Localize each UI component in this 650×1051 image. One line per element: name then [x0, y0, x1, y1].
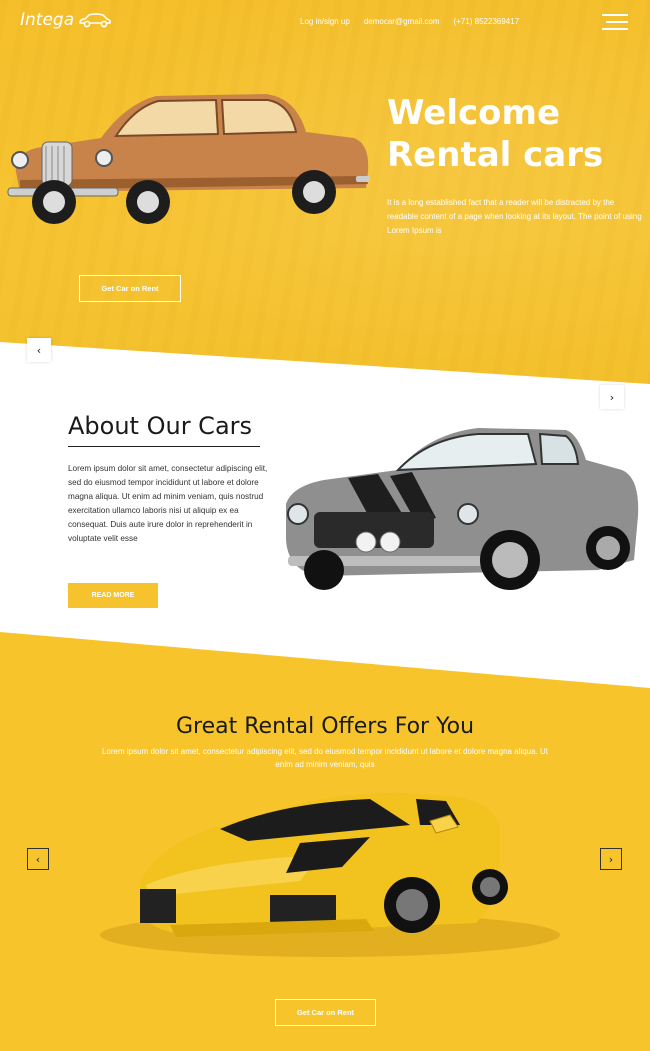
get-car-on-rent-button[interactable]: Get Car on Rent [79, 275, 181, 302]
hero-title-line2: Rental cars [387, 135, 604, 175]
offers-title: Great Rental Offers For You [175, 714, 475, 739]
phone-link[interactable]: (+71) 8522369417 [454, 17, 520, 26]
logo-text: Intega [20, 10, 75, 30]
offers-next-arrow-icon[interactable]: › [600, 848, 622, 870]
offers-prev-arrow-icon[interactable]: ‹ [27, 848, 49, 870]
about-title-underline [68, 446, 260, 447]
top-nav: Log in/sign up democar@gmail.com (+71) 8… [300, 17, 519, 26]
hamburger-menu-icon[interactable] [602, 14, 628, 30]
page: Intega Log in/sign up democar@gmail.com … [0, 0, 650, 1051]
about-description: Lorem ipsum dolor sit amet, consectetur … [68, 464, 268, 543]
about-title: About Our Cars [68, 412, 253, 440]
muscle-car-image [286, 428, 639, 590]
hero-description: It is a long established fact that a rea… [387, 198, 642, 235]
logo[interactable]: Intega [20, 10, 112, 30]
read-more-button[interactable]: READ MORE [68, 583, 158, 608]
sports-car-image [100, 792, 560, 957]
hero-prev-arrow-icon[interactable]: ‹ [27, 338, 51, 362]
hero-title: Welcome Rental cars [387, 92, 647, 176]
offers-description: Lorem ipsum dolor sit amet, consectetur … [101, 747, 548, 769]
login-link[interactable]: Log in/sign up [300, 17, 350, 26]
email-link[interactable]: democar@gmail.com [364, 17, 440, 26]
hero-title-line1: Welcome [387, 93, 561, 133]
hero-next-arrow-icon[interactable]: › [600, 385, 624, 409]
car-logo-icon [79, 13, 112, 28]
offers-get-car-on-rent-button[interactable]: Get Car on Rent [275, 999, 376, 1026]
classic-car-image [7, 94, 370, 224]
